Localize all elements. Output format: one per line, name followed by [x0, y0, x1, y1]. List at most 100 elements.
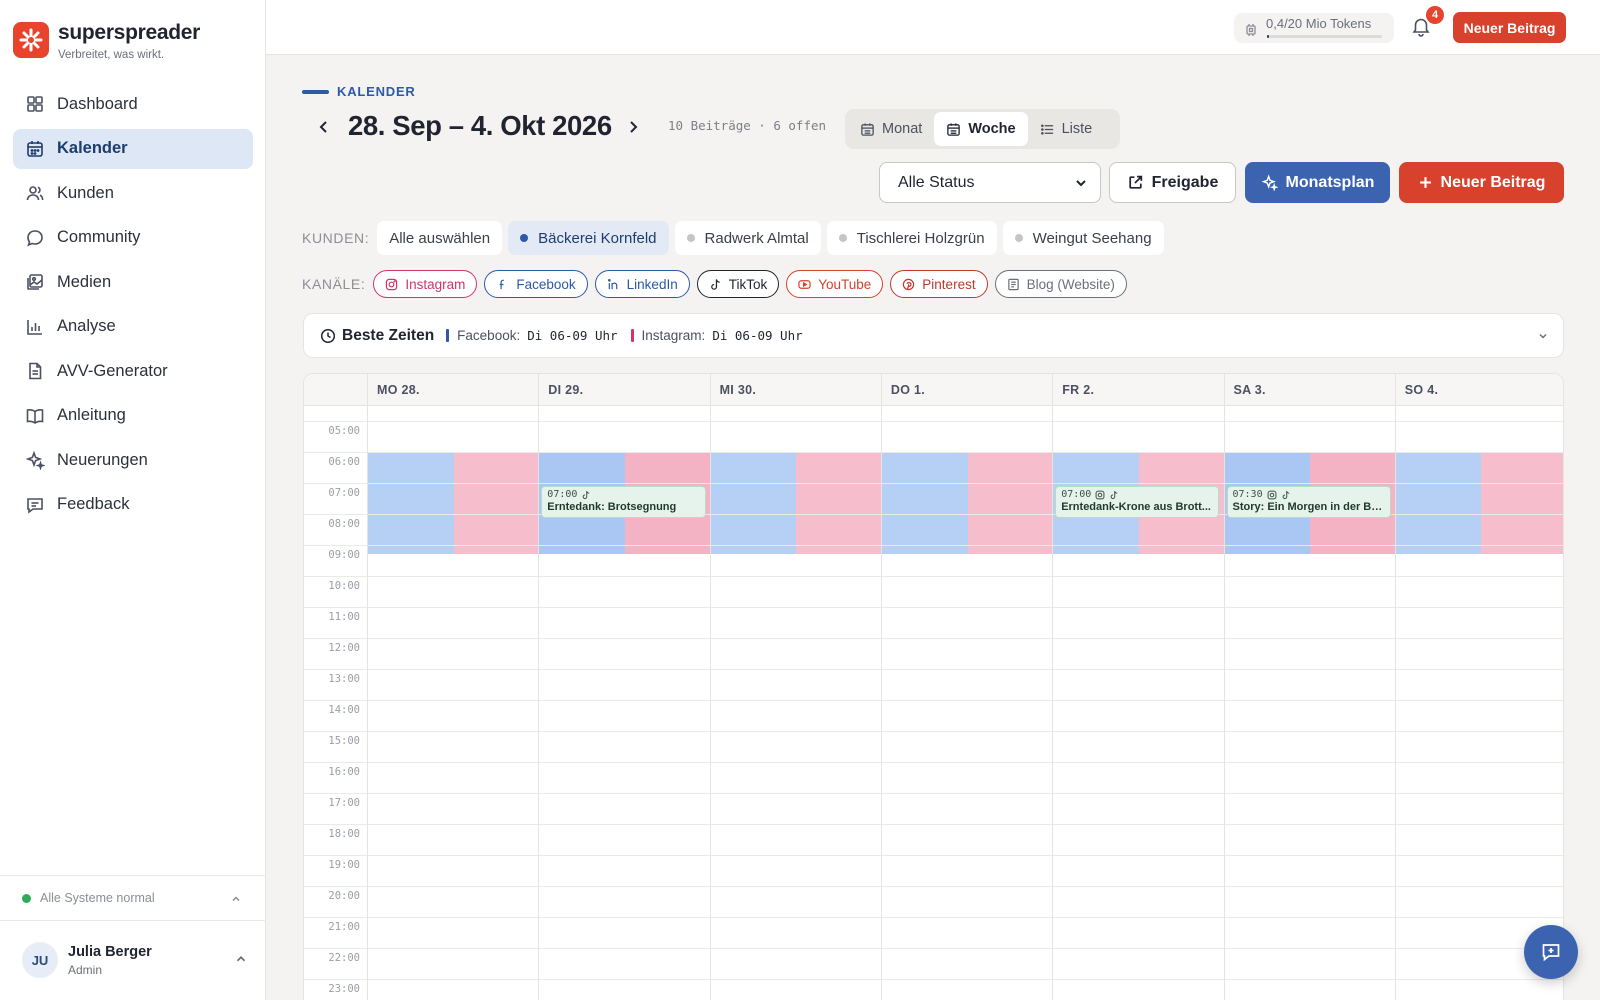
- eyebrow-line: [302, 89, 329, 94]
- hour-label: 10:00: [328, 580, 360, 592]
- hour-label: 07:00: [328, 487, 360, 499]
- share-approval-label: Freigabe: [1151, 173, 1219, 191]
- best-time-band-facebook: [368, 453, 454, 554]
- plus-icon: [1418, 175, 1433, 190]
- linkedin-icon: [607, 278, 620, 291]
- client-chip-radwerk-almtal[interactable]: Radwerk Almtal: [674, 221, 821, 255]
- chevron-up-icon: [234, 952, 248, 971]
- hour-line: [304, 824, 1563, 825]
- view-month-button[interactable]: Monat: [848, 112, 934, 146]
- best-time-band-facebook: [1395, 453, 1482, 554]
- calendar-event[interactable]: 07:30 Story: Ein Morgen in der Ba...: [1226, 486, 1391, 518]
- channel-chip-tiktok[interactable]: TikTok: [696, 270, 780, 298]
- channel-filter-label: KANÄLE:: [302, 276, 366, 292]
- brand-name: superspreader: [58, 21, 201, 44]
- sidebar-item-kunden[interactable]: Kunden: [13, 173, 253, 213]
- hour-label: 12:00: [328, 642, 360, 654]
- month-plan-button[interactable]: Monatsplan: [1245, 162, 1390, 203]
- sidebar-item-neuerungen[interactable]: Neuerungen: [13, 440, 253, 480]
- day-divider: [367, 374, 368, 1000]
- view-week-button[interactable]: Woche: [934, 112, 1028, 146]
- client-chip-tischlerei-holzgruen[interactable]: Tischlerei Holzgrün: [826, 221, 997, 255]
- list-icon: [1040, 122, 1055, 137]
- hour-line: [304, 545, 1563, 546]
- sidebar-item-label: Community: [57, 228, 141, 246]
- calendar-icon: [25, 139, 45, 159]
- sidebar-item-analyse[interactable]: Analyse: [13, 307, 253, 347]
- hour-line: [304, 669, 1563, 670]
- channel-chip-instagram[interactable]: Instagram: [373, 270, 478, 298]
- best-times-channel: Facebook:: [457, 328, 521, 343]
- chevron-down-icon: [1074, 176, 1088, 195]
- sidebar-item-avv-generator[interactable]: AVV-Generator: [13, 351, 253, 391]
- calendar-header: MO 28. DI 29. MI 30. DO 1. FR 2. SA 3. SO 4.: [304, 374, 1563, 406]
- new-post-button[interactable]: Neuer Beitrag: [1399, 162, 1564, 203]
- client-filter-row: KUNDEN: Alle auswählen Bäckerei Kornfeld…: [302, 221, 1170, 255]
- status-filter-select[interactable]: Alle Status: [879, 162, 1101, 203]
- hour-line: [304, 793, 1563, 794]
- day-header[interactable]: MI 30.: [710, 374, 881, 406]
- day-divider: [880, 374, 882, 1000]
- channel-chip-facebook[interactable]: Facebook: [484, 270, 588, 298]
- sidebar-item-kalender[interactable]: Kalender: [13, 128, 253, 169]
- posts-summary: 10 Beiträge · 6 offen: [668, 118, 827, 133]
- chat-button[interactable]: [1524, 925, 1578, 979]
- channel-chip-linkedin[interactable]: LinkedIn: [594, 270, 690, 298]
- system-status-text: Alle Systeme normal: [40, 891, 155, 905]
- sidebar-item-anleitung[interactable]: Anleitung: [13, 396, 253, 436]
- sidebar-item-medien[interactable]: Medien: [13, 262, 253, 302]
- hour-label: 09:00: [328, 549, 360, 561]
- token-icon: [1244, 23, 1258, 37]
- chat-icon: [25, 228, 45, 248]
- event-time: 07:00: [1061, 489, 1213, 500]
- sidebar-item-label: Analyse: [57, 317, 116, 335]
- sidebar-item-label: AVV-Generator: [57, 361, 168, 380]
- calendar-event[interactable]: 07:00 Erntedank-Krone aus Brott...: [1055, 486, 1220, 518]
- day-header[interactable]: DI 29.: [538, 374, 709, 406]
- view-list-button[interactable]: Liste: [1028, 112, 1105, 146]
- next-week-button[interactable]: [622, 116, 644, 138]
- best-time-band-instagram: [1481, 453, 1563, 554]
- share-approval-button[interactable]: Freigabe: [1109, 162, 1236, 203]
- system-status[interactable]: Alle Systeme normal: [0, 875, 266, 921]
- client-chip-baeckerei-kornfeld[interactable]: Bäckerei Kornfeld: [508, 221, 669, 255]
- user-menu[interactable]: JU Julia Berger Admin: [22, 942, 248, 978]
- hour-line: [304, 762, 1563, 763]
- page-title: 28. Sep – 4. Okt 2026: [348, 110, 612, 141]
- users-icon: [25, 183, 45, 203]
- week-calendar: MO 28. DI 29. MI 30. DO 1. FR 2. SA 3. SO 4. 0…: [303, 373, 1564, 1000]
- day-header[interactable]: SO 4.: [1395, 374, 1563, 406]
- day-header[interactable]: MO 28.: [367, 374, 538, 406]
- previous-week-button[interactable]: [313, 116, 335, 138]
- brand[interactable]: superspreader Verbreitet, was wirkt.: [13, 21, 201, 61]
- day-header[interactable]: DO 1.: [881, 374, 1052, 406]
- sidebar: superspreader Verbreitet, was wirkt. Das…: [0, 0, 266, 1000]
- channel-chip-blog[interactable]: Blog (Website): [994, 270, 1127, 298]
- hour-line: [304, 886, 1563, 887]
- sidebar-item-community[interactable]: Community: [13, 218, 253, 258]
- token-usage[interactable]: 0,4/20 Mio Tokens: [1234, 13, 1394, 43]
- client-dot-icon: [686, 234, 695, 242]
- hour-label: 06:00: [328, 456, 360, 468]
- sidebar-item-label: Neuerungen: [57, 450, 148, 469]
- hour-label: 11:00: [328, 611, 360, 623]
- day-header[interactable]: FR 2.: [1052, 374, 1223, 406]
- channel-chip-label: Blog (Website): [1026, 276, 1115, 292]
- top-new-post-button[interactable]: Neuer Beitrag: [1453, 12, 1566, 43]
- day-header[interactable]: SA 3.: [1224, 374, 1395, 406]
- hour-label: 05:00: [328, 425, 360, 437]
- hour-label: 18:00: [328, 828, 360, 840]
- tiktok-icon: [1109, 490, 1119, 500]
- sidebar-item-feedback[interactable]: Feedback: [13, 485, 253, 525]
- notification-count-badge: 4: [1426, 6, 1444, 24]
- channel-chip-youtube[interactable]: YouTube: [786, 270, 884, 298]
- channel-chip-pinterest[interactable]: Pinterest: [890, 270, 988, 298]
- client-chip-weingut-seehang[interactable]: Weingut Seehang: [1002, 221, 1164, 255]
- calendar-event[interactable]: 07:00 Erntedank: Brotsegnung: [541, 486, 706, 518]
- sparkle-icon: [1260, 174, 1278, 191]
- best-times-panel[interactable]: Beste Zeiten Facebook: Di 06-09 Uhr Inst…: [303, 313, 1564, 358]
- client-chip-select-all[interactable]: Alle auswählen: [377, 221, 503, 255]
- instagram-indicator: [630, 329, 634, 342]
- sidebar-item-dashboard[interactable]: Dashboard: [13, 84, 253, 124]
- hour-label: 17:00: [328, 797, 360, 809]
